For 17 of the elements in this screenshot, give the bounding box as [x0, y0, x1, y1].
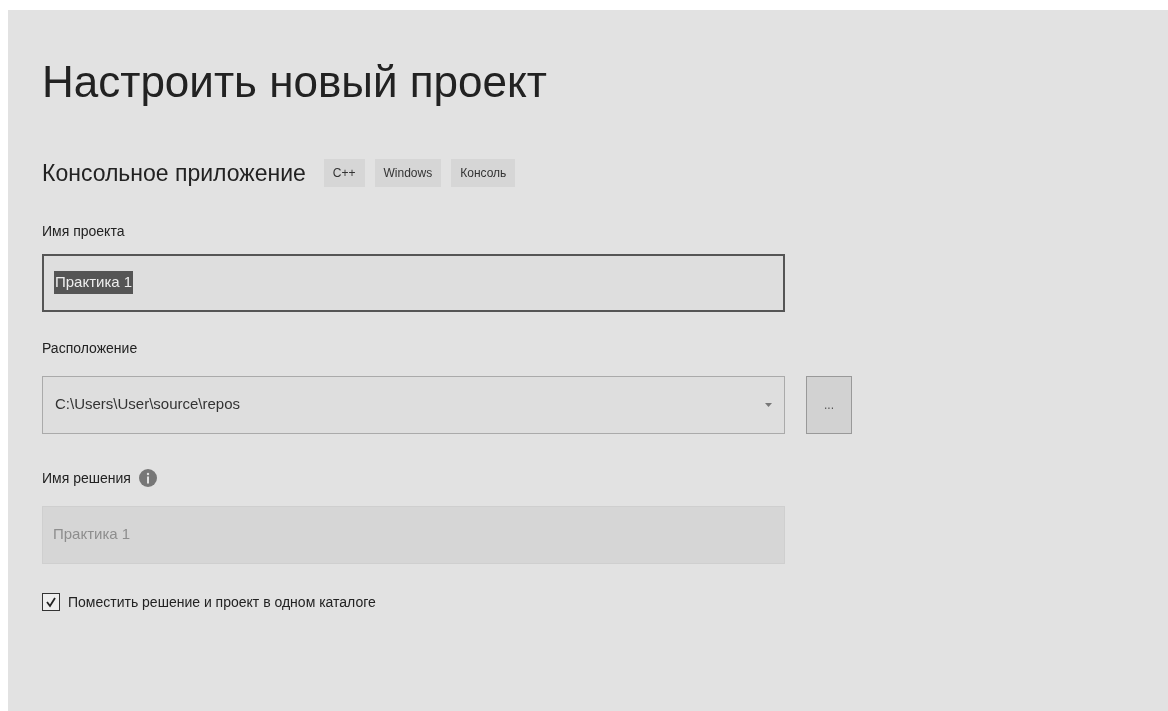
field-label: Расположение — [42, 338, 138, 358]
info-icon[interactable] — [138, 469, 157, 487]
project-name-field[interactable]: Практика 1 — [42, 253, 785, 312]
checkbox[interactable] — [42, 593, 60, 611]
check-icon — [45, 596, 57, 608]
template-name: Консольное приложение — [42, 159, 306, 188]
field-value: Практика 1 — [54, 271, 134, 294]
browse-button[interactable]: ... — [806, 375, 852, 434]
checkbox-label: Поместить решение и проект в одном каталоге — [68, 592, 376, 612]
field-label: Имя проекта — [42, 221, 125, 241]
caret-icon — [765, 402, 772, 407]
field-label: Имя решения — [42, 468, 131, 488]
tag: Windows — [374, 159, 442, 188]
location-dropdown[interactable]: C:\Users\User\source\repos — [42, 375, 785, 434]
tag: Консоль — [451, 159, 516, 188]
tag: C++ — [323, 159, 365, 188]
page-title: Настроить новый проект — [42, 56, 547, 108]
